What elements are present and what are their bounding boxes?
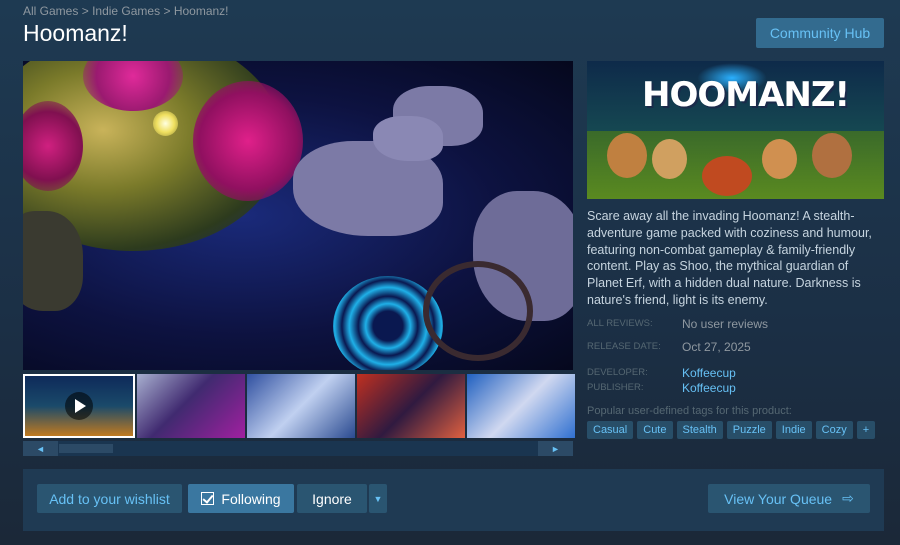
thumbnail-screenshot[interactable] <box>247 374 355 438</box>
community-hub-button[interactable]: Community Hub <box>756 18 884 48</box>
all-reviews-value: No user reviews <box>682 317 769 331</box>
following-button[interactable]: Following <box>188 484 294 513</box>
scrollbar-thumb[interactable] <box>59 444 113 453</box>
arrow-right-icon: ⇨ <box>842 490 854 506</box>
main-screenshot[interactable] <box>23 61 573 370</box>
view-queue-label: View Your Queue <box>724 490 833 507</box>
release-date-label: RELEASE DATE: <box>587 341 661 352</box>
thumbnail-screenshot[interactable] <box>137 374 245 438</box>
tag-indie[interactable]: Indie <box>775 421 812 439</box>
breadcrumb-all-games[interactable]: All Games <box>23 4 78 18</box>
developer-label: DEVELOPER: <box>587 367 648 378</box>
breadcrumb: All Games > Indie Games > Hoomanz! <box>23 4 229 18</box>
add-to-wishlist-button[interactable]: Add to your wishlist <box>37 484 182 513</box>
breadcrumb-indie-games[interactable]: Indie Games <box>92 4 160 18</box>
header-capsule-image: HOOMANZ! <box>587 61 884 199</box>
tags-label: Popular user-defined tags for this produ… <box>587 405 792 417</box>
game-description: Scare away all the invading Hoomanz! A s… <box>587 209 872 307</box>
ignore-button[interactable]: Ignore <box>297 484 367 513</box>
thumbnail-trailer[interactable] <box>23 374 135 438</box>
view-queue-button[interactable]: View Your Queue ⇨ <box>708 484 870 513</box>
thumbnail-screenshot[interactable] <box>467 374 575 438</box>
checkbox-icon <box>201 492 215 505</box>
tag-stealth[interactable]: Stealth <box>676 421 723 439</box>
following-label: Following <box>221 490 281 507</box>
scroll-left-icon[interactable]: ◄ <box>23 441 58 456</box>
thumbnail-screenshot[interactable] <box>357 374 465 438</box>
tag-puzzle[interactable]: Puzzle <box>726 421 772 439</box>
ignore-dropdown-icon[interactable]: ▼ <box>369 484 387 513</box>
queue-actions-bar: Add to your wishlist Following Ignore ▼ … <box>23 469 884 531</box>
publisher-label: PUBLISHER: <box>587 382 644 393</box>
tag-cozy[interactable]: Cozy <box>815 421 853 439</box>
scroll-right-icon[interactable]: ► <box>538 441 573 456</box>
thumbnail-strip <box>23 374 575 438</box>
breadcrumb-current-game[interactable]: Hoomanz! <box>174 4 229 18</box>
play-icon <box>65 392 93 420</box>
publisher-link[interactable]: Koffeecup <box>682 381 736 395</box>
tag-more-button[interactable]: + <box>856 421 876 439</box>
page-title: Hoomanz! <box>23 20 128 46</box>
developer-link[interactable]: Koffeecup <box>682 366 736 380</box>
breadcrumb-separator: > <box>163 4 171 18</box>
tag-cute[interactable]: Cute <box>637 421 673 439</box>
thumbnail-scrollbar[interactable]: ◄ ► <box>23 441 573 456</box>
tag-list: Casual Cute Stealth Puzzle Indie Cozy + <box>587 421 876 439</box>
release-date-value: Oct 27, 2025 <box>682 340 751 354</box>
capsule-logo: HOOMANZ! <box>642 75 850 115</box>
all-reviews-label: ALL REVIEWS: <box>587 318 653 329</box>
breadcrumb-separator: > <box>81 4 89 18</box>
tag-casual[interactable]: Casual <box>587 421 634 439</box>
